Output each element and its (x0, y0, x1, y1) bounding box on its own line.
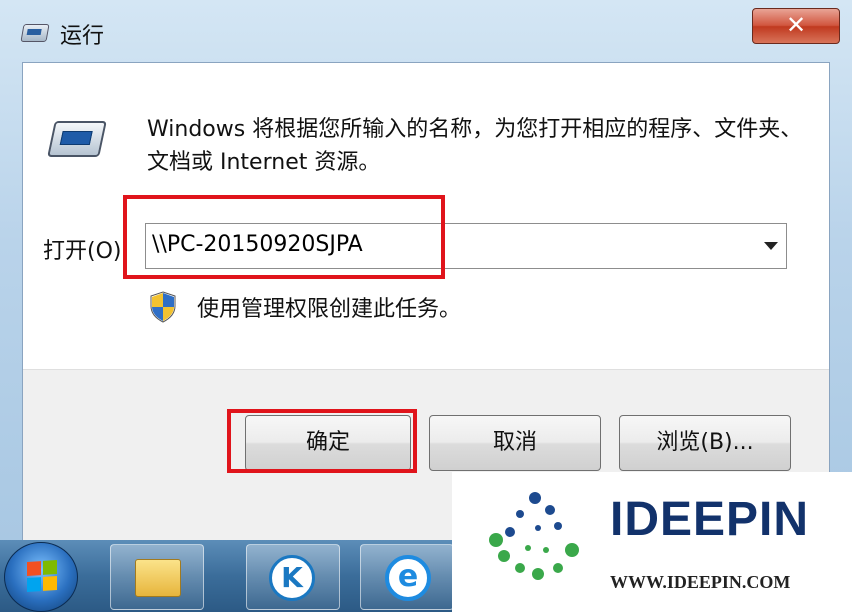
window-title: 运行 (60, 24, 105, 49)
watermark-brand: IDEEPIN (610, 493, 810, 546)
run-program-icon (47, 121, 107, 157)
k-app-icon: K (269, 555, 315, 601)
admin-rights-text: 使用管理权限创建此任务。 (197, 297, 462, 322)
run-icon (20, 24, 50, 42)
ie-icon: e (385, 555, 431, 601)
folder-icon (135, 559, 181, 597)
close-button[interactable]: ✕ (752, 8, 840, 44)
dropdown-arrow-icon[interactable] (764, 242, 778, 250)
ok-highlight-box (227, 409, 417, 473)
windows-logo-icon (27, 559, 57, 593)
watermark-url: WWW.IDEEPIN.COM (610, 572, 791, 592)
uac-shield-icon (150, 291, 176, 323)
ideepin-logo-icon (489, 492, 579, 580)
browse-button[interactable]: 浏览(B)... (619, 415, 791, 471)
open-label: 打开(O): (43, 239, 129, 264)
taskbar-ie-button[interactable]: e (360, 544, 454, 610)
taskbar-k-app-button[interactable]: K (246, 544, 340, 610)
dialog-client-area: Windows 将根据您所输入的名称，为您打开相应的程序、文件夹、文档或 Int… (22, 62, 830, 542)
start-button[interactable] (4, 542, 78, 612)
cancel-button[interactable]: 取消 (429, 415, 601, 471)
dialog-description: Windows 将根据您所输入的名称，为您打开相应的程序、文件夹、文档或 Int… (147, 117, 803, 175)
input-highlight-box (123, 195, 445, 279)
watermark: IDEEPIN WWW.IDEEPIN.COM (452, 472, 852, 612)
taskbar-explorer-button[interactable] (110, 544, 204, 610)
title-bar[interactable]: 运行 ✕ (0, 0, 852, 62)
run-dialog-window: 运行 ✕ Windows 将根据您所输入的名称，为您打开相应的程序、文件夹、文档… (0, 0, 852, 542)
